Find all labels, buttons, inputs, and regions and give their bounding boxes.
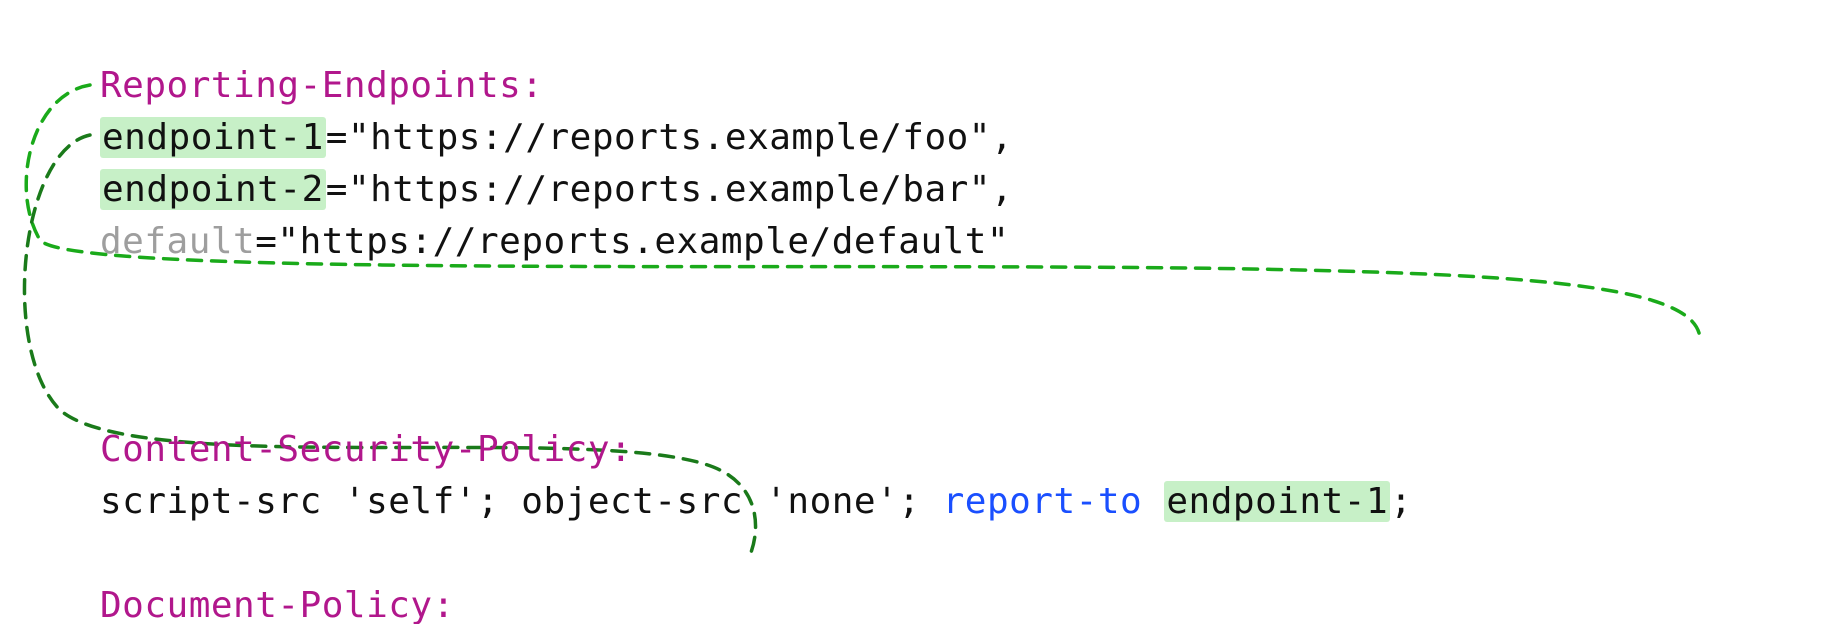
- endpoint-1-comma: ,: [991, 117, 1013, 158]
- csp-endpoint-ref: endpoint-1: [1164, 481, 1390, 522]
- csp-trailing: ;: [1390, 481, 1412, 522]
- endpoint-default-def: default: [100, 221, 255, 262]
- header-csp: Content-Security-Policy:: [100, 429, 632, 470]
- csp-body-pre: script-src 'self'; object-src 'none';: [100, 481, 943, 522]
- endpoint-1-url: "https://reports.example/foo": [348, 117, 991, 158]
- endpoint-1-def: endpoint-1: [100, 117, 326, 158]
- endpoint-2-comma: ,: [991, 169, 1013, 210]
- endpoint-default-eq: =: [255, 221, 277, 262]
- header-reporting-endpoints: Reporting-Endpoints:: [100, 65, 543, 106]
- spacer-1: [100, 320, 1412, 372]
- endpoint-2-def: endpoint-2: [100, 169, 326, 210]
- endpoint-1-eq: =: [326, 117, 348, 158]
- csp-space: [1142, 481, 1164, 522]
- csp-report-to-kw: report-to: [943, 481, 1143, 522]
- header-doc-policy: Document-Policy:: [100, 585, 455, 624]
- endpoint-2-eq: =: [326, 169, 348, 210]
- endpoint-2-url: "https://reports.example/bar": [348, 169, 991, 210]
- endpoint-default-url: "https://reports.example/default": [277, 221, 1009, 262]
- code-block: Reporting-Endpoints: endpoint-1="https:/…: [100, 8, 1412, 624]
